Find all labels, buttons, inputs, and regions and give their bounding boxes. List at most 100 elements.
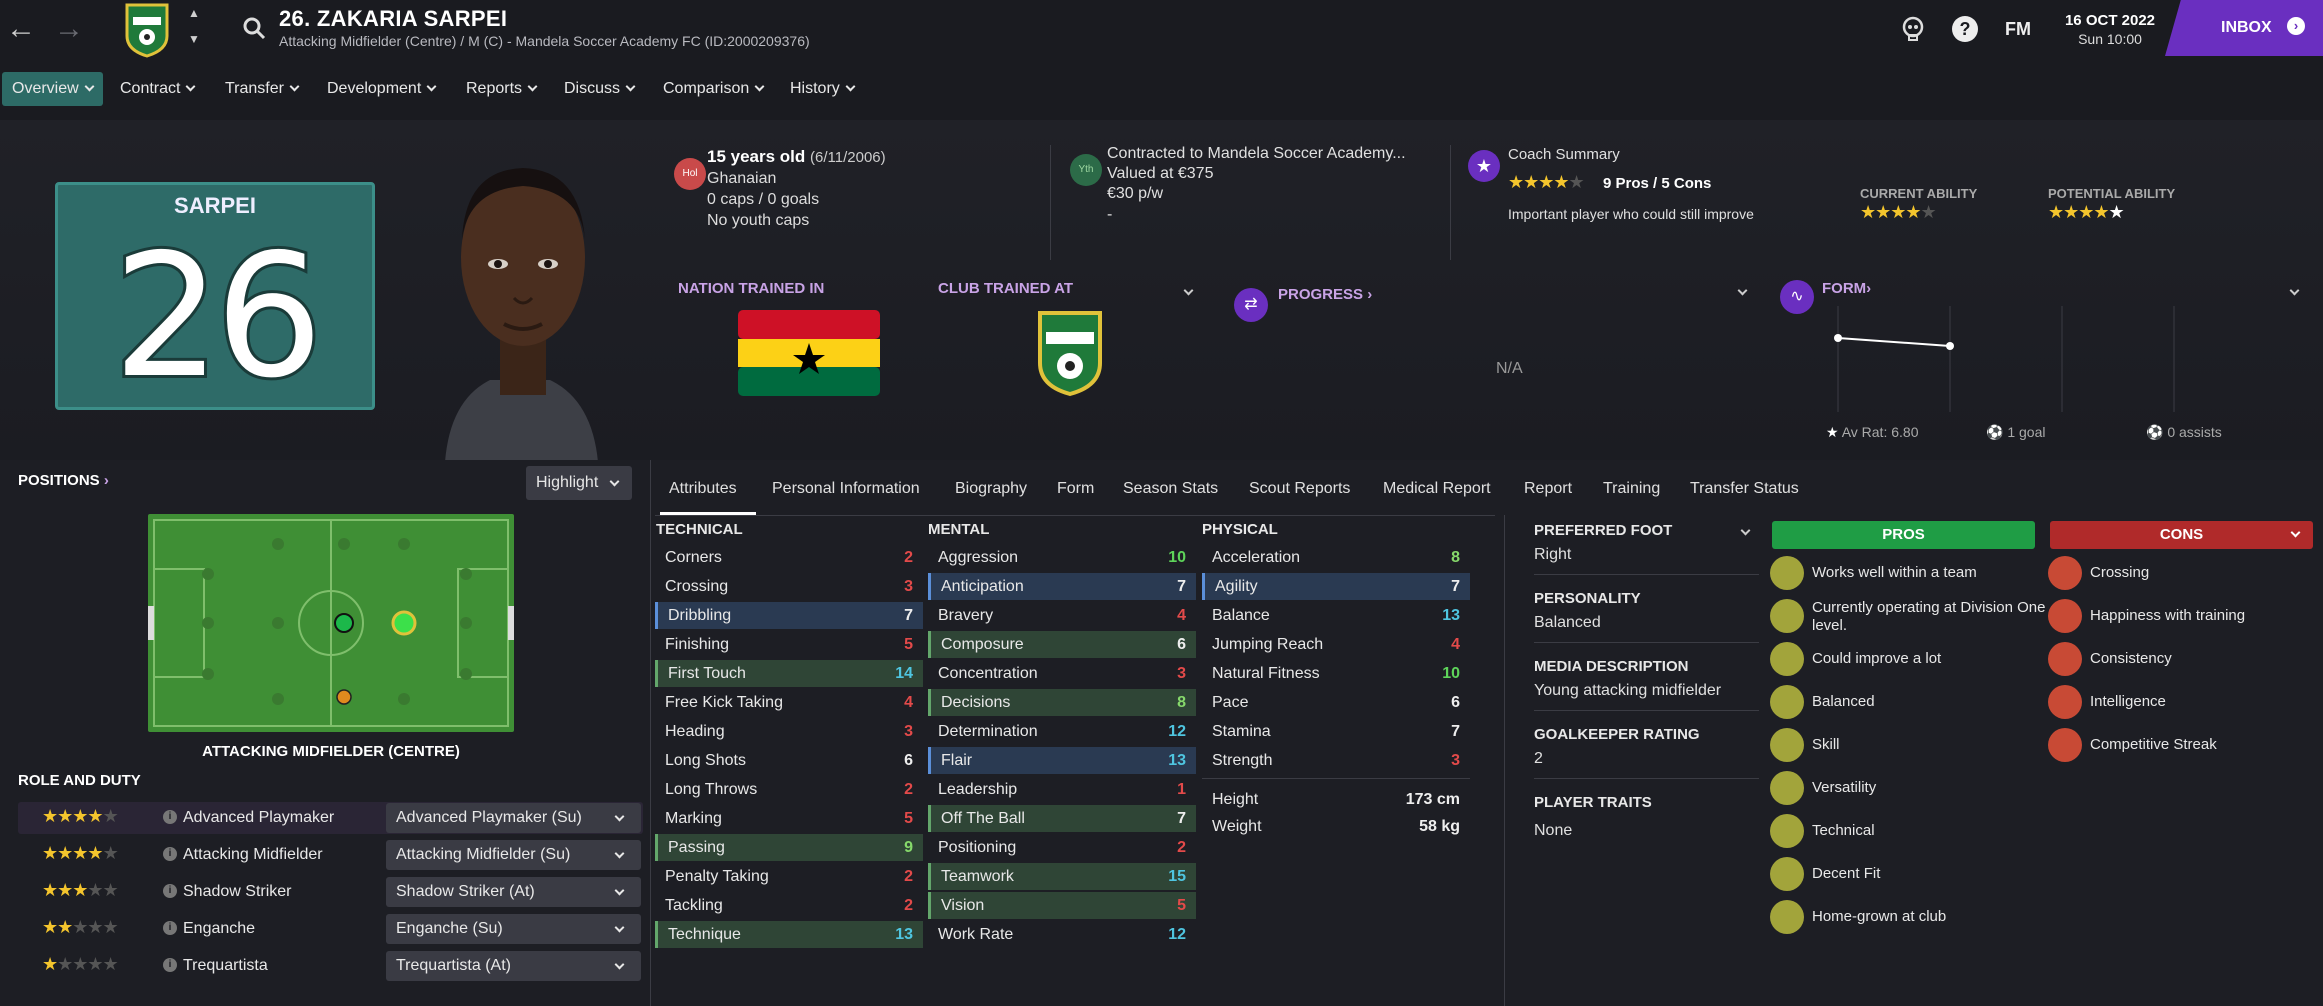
role-row[interactable]: ★★★★★ i Advanced Playmaker Advanced Play… xyxy=(18,802,643,834)
attr-row[interactable]: Penalty Taking 2 xyxy=(655,863,923,890)
attr-row[interactable]: Free Kick Taking 4 xyxy=(655,689,923,716)
tab-biography[interactable]: Biography xyxy=(955,480,1027,498)
attr-row[interactable]: Flair 13 xyxy=(928,747,1196,774)
tab-training[interactable]: Training xyxy=(1603,480,1660,498)
role-row[interactable]: ★★★★★ i Shadow Striker Shadow Striker (A… xyxy=(18,876,643,908)
attr-row[interactable]: Dribbling 7 xyxy=(655,602,923,629)
goals: ⚽ 1 goal xyxy=(1986,424,2046,440)
tab-attributes[interactable]: Attributes xyxy=(669,480,737,498)
attr-row[interactable]: Technique 13 xyxy=(655,921,923,948)
progress-link[interactable]: PROGRESS › xyxy=(1278,286,1372,303)
duty-dropdown[interactable]: Advanced Playmaker (Su) xyxy=(386,803,641,833)
attr-row[interactable]: Pace 6 xyxy=(1202,689,1470,716)
info-icon[interactable]: i xyxy=(163,810,177,824)
player-subtitle: Attacking Midfielder (Centre) / M (C) - … xyxy=(279,33,810,49)
form-link[interactable]: FORM› xyxy=(1822,280,1871,297)
attr-row[interactable]: Tackling 2 xyxy=(655,892,923,919)
attr-row[interactable]: Off The Ball 7 xyxy=(928,805,1196,832)
menu-reports[interactable]: Reports xyxy=(456,72,546,106)
chevron-up-icon[interactable]: ▲ xyxy=(188,6,200,20)
attr-row[interactable]: Leadership 1 xyxy=(928,776,1196,803)
role-row[interactable]: ★★★★★ i Trequartista Trequartista (At) xyxy=(18,950,643,982)
coach-summary-title[interactable]: Coach Summary xyxy=(1508,146,1620,163)
teamwork-icon xyxy=(1770,556,1804,590)
menu-history[interactable]: History xyxy=(780,72,864,106)
weight-row: Weight 58 kg xyxy=(1212,818,1460,835)
menu-contract[interactable]: Contract xyxy=(110,72,204,106)
attr-row[interactable]: Crossing 3 xyxy=(655,573,923,600)
progress-chevron-icon[interactable] xyxy=(1732,284,1748,302)
attr-row[interactable]: Stamina 7 xyxy=(1202,718,1470,745)
boot-icon xyxy=(1770,728,1804,762)
attr-row[interactable]: Long Shots 6 xyxy=(655,747,923,774)
tab-report[interactable]: Report xyxy=(1524,480,1572,498)
back-arrow-icon[interactable]: ← xyxy=(6,14,36,44)
menu-discuss[interactable]: Discuss xyxy=(554,72,644,106)
duty-dropdown[interactable]: Attacking Midfielder (Su) xyxy=(386,840,641,870)
attr-row[interactable]: Balance 13 xyxy=(1202,602,1470,629)
player-hero: SARPEI 26 Hol 15 years old (6/11/2006) G… xyxy=(0,120,2323,462)
attr-row[interactable]: Vision 5 xyxy=(928,892,1196,919)
menu-comparison[interactable]: Comparison xyxy=(653,72,773,106)
attr-row[interactable]: Concentration 3 xyxy=(928,660,1196,687)
position-pitch xyxy=(148,514,514,732)
help-icon[interactable]: ? xyxy=(1952,16,1978,42)
attr-row[interactable]: Agility 7 xyxy=(1202,573,1470,600)
tab-medical-report[interactable]: Medical Report xyxy=(1383,480,1491,498)
club-badge-icon xyxy=(125,3,169,58)
search-icon[interactable] xyxy=(242,16,266,40)
info-icon[interactable]: i xyxy=(163,884,177,898)
menu-transfer[interactable]: Transfer xyxy=(215,72,308,106)
attr-row[interactable]: Passing 9 xyxy=(655,834,923,861)
duty-dropdown[interactable]: Trequartista (At) xyxy=(386,951,641,981)
attr-row[interactable]: Marking 5 xyxy=(655,805,923,832)
fm-menu[interactable]: FM xyxy=(2005,19,2031,40)
duty-dropdown[interactable]: Shadow Striker (At) xyxy=(386,877,641,907)
menu-overview[interactable]: Overview xyxy=(2,72,103,106)
inbox-button[interactable]: INBOX › xyxy=(2165,0,2323,56)
attr-row[interactable]: Determination 12 xyxy=(928,718,1196,745)
cons-header[interactable]: CONS xyxy=(2050,521,2313,549)
attr-row[interactable]: Finishing 5 xyxy=(655,631,923,658)
tab-transfer-status[interactable]: Transfer Status xyxy=(1690,480,1799,498)
duty-dropdown[interactable]: Enganche (Su) xyxy=(386,914,641,944)
menu-development[interactable]: Development xyxy=(317,72,445,106)
details-chevron-icon[interactable] xyxy=(1735,524,1751,542)
attr-row[interactable]: Strength 3 xyxy=(1202,747,1470,774)
attr-row[interactable]: Positioning 2 xyxy=(928,834,1196,861)
role-row[interactable]: ★★★★★ i Enganche Enganche (Su) xyxy=(18,913,643,945)
attr-row[interactable]: Anticipation 7 xyxy=(928,573,1196,600)
attr-row[interactable]: Composure 6 xyxy=(928,631,1196,658)
attr-row[interactable]: Heading 3 xyxy=(655,718,923,745)
attr-row[interactable]: Aggression 10 xyxy=(928,544,1196,571)
positions-link[interactable]: POSITIONS › xyxy=(18,472,109,489)
club-trained-chevron-icon[interactable] xyxy=(1178,284,1194,302)
tab-personal-information[interactable]: Personal Information xyxy=(772,480,920,498)
info-icon[interactable]: i xyxy=(163,958,177,972)
goalkeeper-rating-label: GOALKEEPER RATING xyxy=(1534,726,1700,743)
form-chevron-icon[interactable] xyxy=(2284,284,2300,302)
skull-icon[interactable] xyxy=(1900,16,1926,42)
contract-status[interactable]: Contracted to Mandela Soccer Academy... xyxy=(1107,145,1406,163)
attr-row[interactable]: Teamwork 15 xyxy=(928,863,1196,890)
attr-row[interactable]: Corners 2 xyxy=(655,544,923,571)
forward-arrow-icon[interactable]: → xyxy=(54,14,84,44)
contract-extra: - xyxy=(1107,206,1113,223)
attr-row[interactable]: Long Throws 2 xyxy=(655,776,923,803)
highlight-dropdown[interactable]: Highlight xyxy=(526,466,632,500)
player-dob: (6/11/2006) xyxy=(810,149,886,166)
tab-season-stats[interactable]: Season Stats xyxy=(1123,480,1218,498)
info-icon[interactable]: i xyxy=(163,847,177,861)
attr-row[interactable]: Decisions 8 xyxy=(928,689,1196,716)
attr-row[interactable]: First Touch 14 xyxy=(655,660,923,687)
attr-row[interactable]: Jumping Reach 4 xyxy=(1202,631,1470,658)
tab-scout-reports[interactable]: Scout Reports xyxy=(1249,480,1350,498)
role-row[interactable]: ★★★★★ i Attacking Midfielder Attacking M… xyxy=(18,839,643,871)
attr-row[interactable]: Natural Fitness 10 xyxy=(1202,660,1470,687)
tab-form[interactable]: Form xyxy=(1057,480,1094,498)
info-icon[interactable]: i xyxy=(163,921,177,935)
attr-row[interactable]: Work Rate 12 xyxy=(928,921,1196,948)
chevron-down-icon[interactable]: ▼ xyxy=(188,32,200,46)
attr-row[interactable]: Bravery 4 xyxy=(928,602,1196,629)
attr-row[interactable]: Acceleration 8 xyxy=(1202,544,1470,571)
